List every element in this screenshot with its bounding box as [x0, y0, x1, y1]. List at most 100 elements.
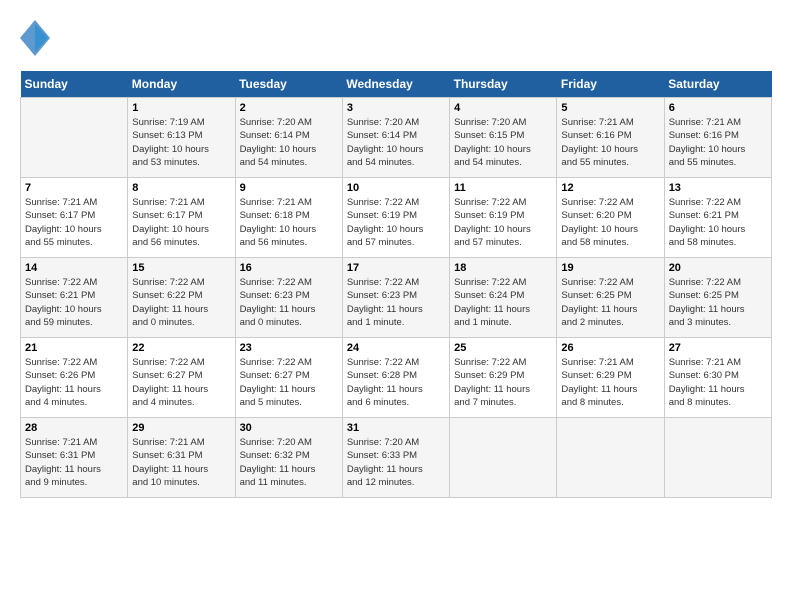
calendar-header-row: SundayMondayTuesdayWednesdayThursdayFrid…: [21, 71, 772, 98]
calendar-day-26: 26Sunrise: 7:21 AM Sunset: 6:29 PM Dayli…: [557, 338, 664, 418]
day-number: 10: [347, 182, 445, 194]
calendar-day-28: 28 Sunrise: 7:21 AM Sunset: 6:31 PM Dayli…: [21, 418, 128, 498]
calendar-day-19: 19 Sunrise: 7:22 AM Sunset: 6:25 PM Dayli…: [557, 258, 664, 338]
logo: [20, 20, 54, 61]
day-info: Sunrise: 7:21 AM Sunset: 6:16 PM Dayligh…: [561, 116, 659, 169]
day-number: 23: [240, 342, 338, 354]
calendar-day-1: 1 Sunrise: 7:19 AM Sunset: 6:13 PM Daylig…: [128, 98, 235, 178]
calendar-week-2: 7 Sunrise: 7:21 AM Sunset: 6:17 PM Daylig…: [21, 178, 772, 258]
calendar-day-3: 3Sunrise: 7:20 AM Sunset: 6:14 PM Daylig…: [342, 98, 449, 178]
day-info: Sunrise: 7:22 AM Sunset: 6:21 PM Dayligh…: [669, 196, 767, 249]
calendar-day-9: 9 Sunrise: 7:21 AM Sunset: 6:18 PM Daylig…: [235, 178, 342, 258]
calendar-day-17: 17 Sunrise: 7:22 AM Sunset: 6:23 PM Dayli…: [342, 258, 449, 338]
day-number: 12: [561, 182, 659, 194]
calendar-day-11: 11 Sunrise: 7:22 AM Sunset: 6:19 PM Dayli…: [450, 178, 557, 258]
day-info: Sunrise: 7:21 AM Sunset: 6:31 PM Dayligh…: [25, 436, 123, 489]
day-info: Sunrise: 7:21 AM Sunset: 6:18 PM Dayligh…: [240, 196, 338, 249]
day-number: 11: [454, 182, 552, 194]
day-info: Sunrise: 7:22 AM Sunset: 6:27 PM Dayligh…: [132, 356, 230, 409]
empty-cell: [21, 98, 128, 178]
day-number: 30: [240, 422, 338, 434]
day-number: 31: [347, 422, 445, 434]
day-info: Sunrise: 7:21 AM Sunset: 6:30 PM Dayligh…: [669, 356, 767, 409]
day-info: Sunrise: 7:22 AM Sunset: 6:26 PM Dayligh…: [25, 356, 123, 409]
calendar-week-3: 14 Sunrise: 7:22 AM Sunset: 6:21 PM Dayli…: [21, 258, 772, 338]
header-monday: Monday: [128, 71, 235, 98]
logo-icon: [20, 20, 50, 61]
day-info: Sunrise: 7:22 AM Sunset: 6:23 PM Dayligh…: [347, 276, 445, 329]
day-number: 3: [347, 102, 445, 114]
calendar-day-15: 15 Sunrise: 7:22 AM Sunset: 6:22 PM Dayli…: [128, 258, 235, 338]
calendar-table: SundayMondayTuesdayWednesdayThursdayFrid…: [20, 71, 772, 498]
day-info: Sunrise: 7:20 AM Sunset: 6:33 PM Dayligh…: [347, 436, 445, 489]
calendar-day-23: 23Sunrise: 7:22 AM Sunset: 6:27 PM Dayli…: [235, 338, 342, 418]
calendar-day-16: 16 Sunrise: 7:22 AM Sunset: 6:23 PM Dayli…: [235, 258, 342, 338]
day-number: 15: [132, 262, 230, 274]
calendar-day-12: 12 Sunrise: 7:22 AM Sunset: 6:20 PM Dayli…: [557, 178, 664, 258]
calendar-day-4: 4Sunrise: 7:20 AM Sunset: 6:15 PM Daylig…: [450, 98, 557, 178]
calendar-week-5: 28 Sunrise: 7:21 AM Sunset: 6:31 PM Dayli…: [21, 418, 772, 498]
calendar-day-22: 22 Sunrise: 7:22 AM Sunset: 6:27 PM Dayli…: [128, 338, 235, 418]
header-friday: Friday: [557, 71, 664, 98]
day-number: 2: [240, 102, 338, 114]
day-number: 27: [669, 342, 767, 354]
day-info: Sunrise: 7:21 AM Sunset: 6:29 PM Dayligh…: [561, 356, 659, 409]
calendar-day-5: 5 Sunrise: 7:21 AM Sunset: 6:16 PM Daylig…: [557, 98, 664, 178]
header-thursday: Thursday: [450, 71, 557, 98]
calendar-week-4: 21 Sunrise: 7:22 AM Sunset: 6:26 PM Dayli…: [21, 338, 772, 418]
day-info: Sunrise: 7:22 AM Sunset: 6:25 PM Dayligh…: [561, 276, 659, 329]
day-info: Sunrise: 7:22 AM Sunset: 6:22 PM Dayligh…: [132, 276, 230, 329]
day-number: 9: [240, 182, 338, 194]
calendar-day-24: 24Sunrise: 7:22 AM Sunset: 6:28 PM Dayli…: [342, 338, 449, 418]
calendar-day-25: 25 Sunrise: 7:22 AM Sunset: 6:29 PM Dayli…: [450, 338, 557, 418]
day-number: 21: [25, 342, 123, 354]
day-info: Sunrise: 7:22 AM Sunset: 6:20 PM Dayligh…: [561, 196, 659, 249]
day-number: 17: [347, 262, 445, 274]
day-number: 13: [669, 182, 767, 194]
page-header: [20, 20, 772, 61]
day-number: 7: [25, 182, 123, 194]
day-info: Sunrise: 7:22 AM Sunset: 6:25 PM Dayligh…: [669, 276, 767, 329]
header-wednesday: Wednesday: [342, 71, 449, 98]
day-number: 1: [132, 102, 230, 114]
empty-cell: [450, 418, 557, 498]
calendar-day-14: 14 Sunrise: 7:22 AM Sunset: 6:21 PM Dayli…: [21, 258, 128, 338]
calendar-day-6: 6 Sunrise: 7:21 AM Sunset: 6:16 PM Daylig…: [664, 98, 771, 178]
day-number: 4: [454, 102, 552, 114]
day-number: 22: [132, 342, 230, 354]
day-info: Sunrise: 7:22 AM Sunset: 6:21 PM Dayligh…: [25, 276, 123, 329]
day-info: Sunrise: 7:21 AM Sunset: 6:16 PM Dayligh…: [669, 116, 767, 169]
calendar-day-27: 27 Sunrise: 7:21 AM Sunset: 6:30 PM Dayli…: [664, 338, 771, 418]
day-info: Sunrise: 7:20 AM Sunset: 6:14 PM Dayligh…: [240, 116, 338, 169]
day-number: 29: [132, 422, 230, 434]
calendar-day-2: 2 Sunrise: 7:20 AM Sunset: 6:14 PM Daylig…: [235, 98, 342, 178]
day-info: Sunrise: 7:21 AM Sunset: 6:17 PM Dayligh…: [132, 196, 230, 249]
day-number: 28: [25, 422, 123, 434]
day-info: Sunrise: 7:19 AM Sunset: 6:13 PM Dayligh…: [132, 116, 230, 169]
calendar-day-31: 31 Sunrise: 7:20 AM Sunset: 6:33 PM Dayli…: [342, 418, 449, 498]
day-number: 14: [25, 262, 123, 274]
day-number: 25: [454, 342, 552, 354]
day-info: Sunrise: 7:22 AM Sunset: 6:29 PM Dayligh…: [454, 356, 552, 409]
calendar-day-8: 8 Sunrise: 7:21 AM Sunset: 6:17 PM Daylig…: [128, 178, 235, 258]
day-info: Sunrise: 7:22 AM Sunset: 6:19 PM Dayligh…: [347, 196, 445, 249]
calendar-week-1: 1 Sunrise: 7:19 AM Sunset: 6:13 PM Daylig…: [21, 98, 772, 178]
day-number: 5: [561, 102, 659, 114]
calendar-day-7: 7Sunrise: 7:21 AM Sunset: 6:17 PM Daylig…: [21, 178, 128, 258]
calendar-day-10: 10 Sunrise: 7:22 AM Sunset: 6:19 PM Dayli…: [342, 178, 449, 258]
day-info: Sunrise: 7:22 AM Sunset: 6:19 PM Dayligh…: [454, 196, 552, 249]
day-info: Sunrise: 7:22 AM Sunset: 6:28 PM Dayligh…: [347, 356, 445, 409]
calendar-day-20: 20Sunrise: 7:22 AM Sunset: 6:25 PM Dayli…: [664, 258, 771, 338]
empty-cell: [557, 418, 664, 498]
day-number: 18: [454, 262, 552, 274]
day-info: Sunrise: 7:22 AM Sunset: 6:24 PM Dayligh…: [454, 276, 552, 329]
day-number: 16: [240, 262, 338, 274]
day-info: Sunrise: 7:22 AM Sunset: 6:23 PM Dayligh…: [240, 276, 338, 329]
empty-cell: [664, 418, 771, 498]
header-tuesday: Tuesday: [235, 71, 342, 98]
day-number: 19: [561, 262, 659, 274]
day-number: 6: [669, 102, 767, 114]
calendar-day-30: 30Sunrise: 7:20 AM Sunset: 6:32 PM Dayli…: [235, 418, 342, 498]
header-sunday: Sunday: [21, 71, 128, 98]
day-number: 8: [132, 182, 230, 194]
